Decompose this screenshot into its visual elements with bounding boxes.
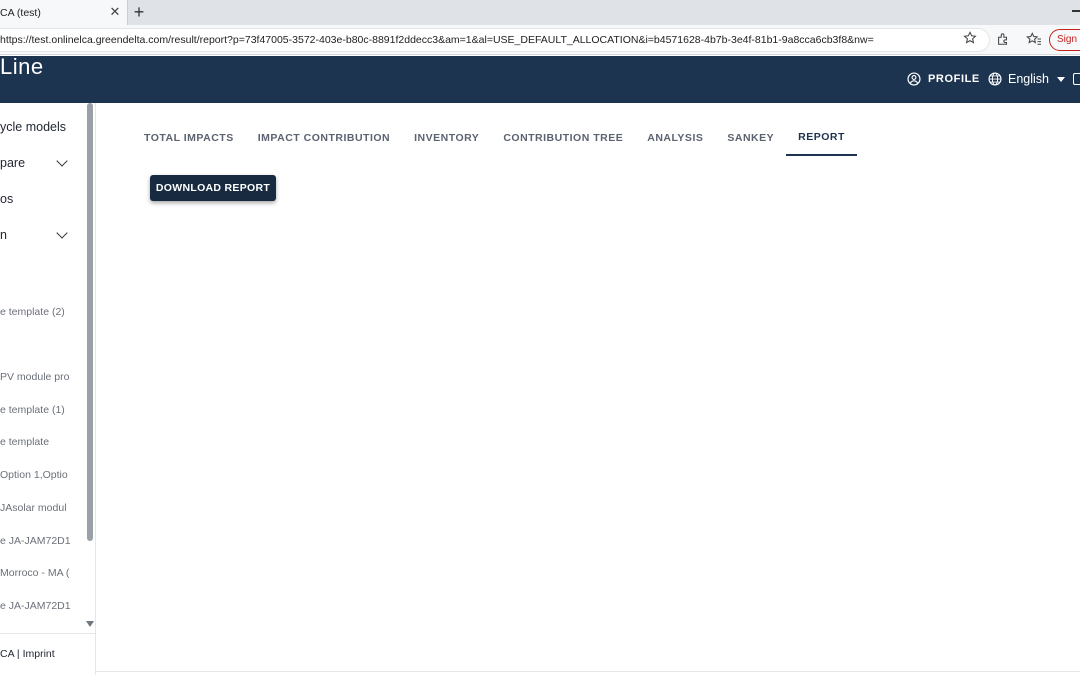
result-tabs: TOTAL IMPACTS IMPACT CONTRIBUTION INVENT… [132,120,857,156]
download-report-button[interactable]: DOWNLOAD REPORT [150,175,276,201]
logout-icon[interactable] [1073,73,1080,85]
extensions-icon[interactable] [996,32,1010,46]
tab-total-impacts[interactable]: TOTAL IMPACTS [132,120,246,156]
browser-tabstrip: CA (test) ✕ + [0,0,1080,25]
sidebar: ycle models pare os n e template (2) PV … [0,103,96,675]
sidebar-item-compare[interactable]: pare [0,156,25,170]
profile-label: PROFILE [928,73,980,85]
tab-impact-contribution[interactable]: IMPACT CONTRIBUTION [246,120,402,156]
scroll-down-icon[interactable] [86,621,94,627]
sidebar-item-3[interactable]: os [0,192,13,206]
tab-sankey[interactable]: SANKEY [715,120,786,156]
recent-item[interactable]: e JA-JAM72D1 [0,600,71,612]
sidebar-item-4[interactable]: n [0,228,7,242]
recent-item[interactable]: Option 1,Optio [0,469,68,481]
new-tab-icon[interactable]: + [130,2,148,22]
browser-tab[interactable]: CA (test) ✕ [0,0,128,25]
close-tab-icon[interactable]: ✕ [108,5,122,19]
url-field[interactable]: https://test.onlinelca.greendelta.com/re… [0,28,990,52]
recent-item[interactable]: Morroco - MA ( [0,567,69,579]
language-label: English [1008,72,1049,86]
sidebar-footer[interactable]: CA | Imprint [0,633,95,675]
recent-item[interactable]: JAsolar modul [0,502,67,514]
divider [96,671,1080,672]
language-selector[interactable]: English [988,72,1065,86]
recent-item[interactable]: e JA-JAM72D1 [0,535,71,547]
tab-report[interactable]: REPORT [786,120,857,156]
favorites-icon[interactable] [1026,32,1042,46]
recent-item[interactable]: e template (2) [0,306,65,318]
signin-button[interactable]: Sign in [1049,29,1080,51]
chevron-down-icon[interactable] [56,155,68,167]
chevron-down-icon[interactable] [56,227,68,239]
app-logo[interactable]: Line [0,56,44,78]
tab-analysis[interactable]: ANALYSIS [635,120,715,156]
sidebar-scrollbar[interactable] [87,103,93,541]
profile-icon [907,72,921,86]
profile-button[interactable]: PROFILE [907,72,980,86]
recent-item[interactable]: e template [0,436,49,448]
address-bar: https://test.onlinelca.greendelta.com/re… [0,25,1080,55]
tab-inventory[interactable]: INVENTORY [402,120,491,156]
browser-tab-title: CA (test) [0,6,41,19]
globe-icon [988,72,1002,86]
star-icon[interactable] [963,31,977,45]
recent-item[interactable]: e template (1) [0,404,65,416]
minimize-icon[interactable] [1072,10,1080,12]
sidebar-item-life-cycle-models[interactable]: ycle models [0,120,66,134]
tab-contribution-tree[interactable]: CONTRIBUTION TREE [491,120,635,156]
recent-item[interactable]: PV module pro [0,371,69,383]
url-text: https://test.onlinelca.greendelta.com/re… [0,34,874,46]
caret-down-icon [1057,76,1065,82]
